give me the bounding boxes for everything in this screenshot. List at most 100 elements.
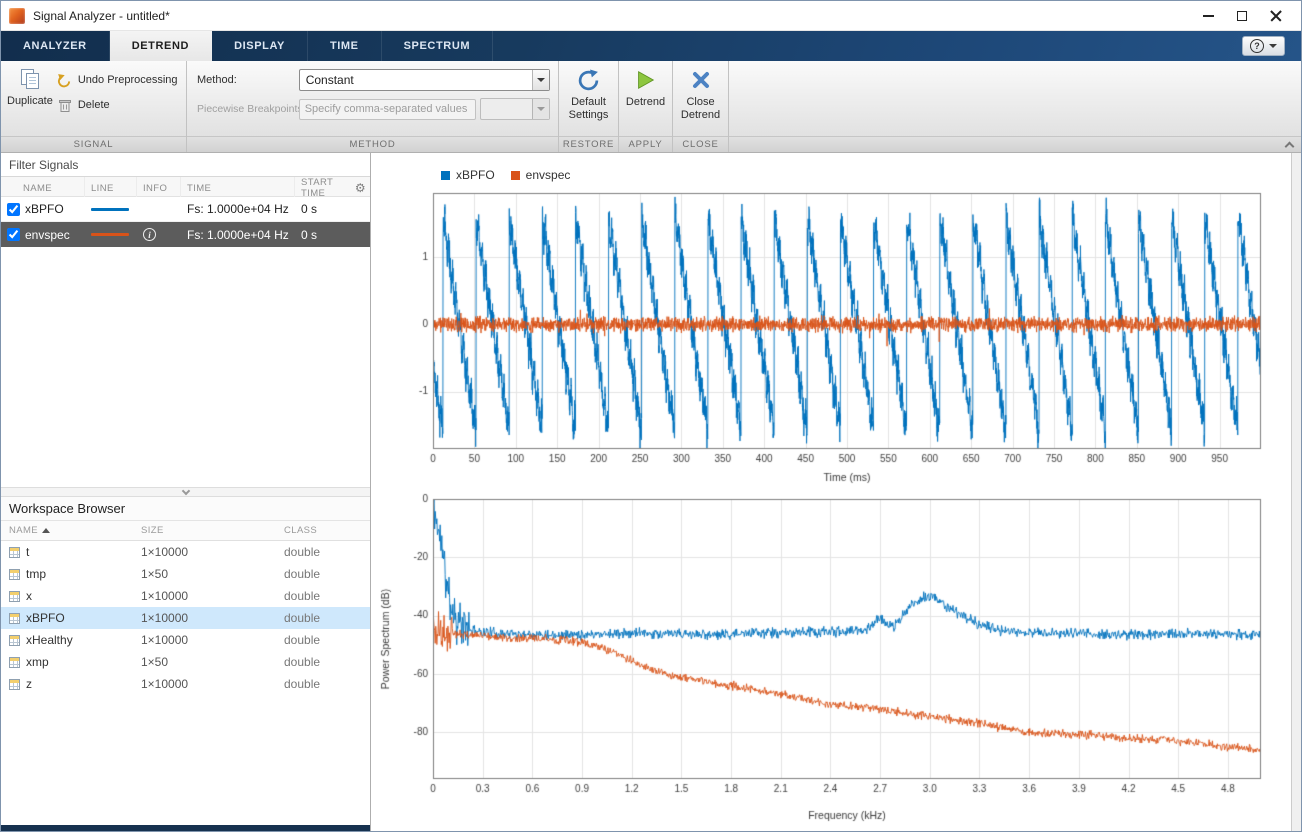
breakpoints-dropdown-button[interactable]	[532, 99, 549, 119]
workspace-row-z[interactable]: z 1×10000 double	[1, 673, 370, 695]
legend-swatch-envspec	[511, 171, 520, 180]
plot-area: xBPFO envspec	[371, 153, 1301, 831]
time-plot[interactable]	[377, 185, 1277, 487]
panel-splitter[interactable]	[1, 487, 370, 497]
method-dropdown[interactable]: Constant	[299, 69, 550, 91]
detrend-label: Detrend	[626, 96, 665, 109]
toolstrip: Duplicate Undo Preprocessing Delete	[1, 61, 1301, 153]
section-signal: Duplicate Undo Preprocessing Delete	[1, 61, 187, 152]
column-header-start-time[interactable]: START TIME	[295, 177, 370, 199]
undo-label: Undo Preprocessing	[78, 74, 178, 86]
column-header-line[interactable]: LINE	[85, 177, 137, 199]
window-controls	[1191, 2, 1293, 30]
matrix-icon	[9, 613, 20, 624]
method-dropdown-button[interactable]	[532, 70, 549, 90]
detrend-button[interactable]: Detrend	[626, 67, 665, 136]
close-detrend-label: Close Detrend	[673, 96, 728, 121]
sort-ascending-icon	[42, 528, 50, 533]
close-icon	[1270, 10, 1282, 22]
toolstrip-tabbar: ANALYZER DETREND DISPLAY TIME SPECTRUM ?	[1, 31, 1301, 61]
chevron-down-icon	[537, 107, 545, 111]
chevron-down-icon	[537, 78, 545, 82]
delete-label: Delete	[78, 99, 110, 111]
delete-button[interactable]: Delete	[57, 97, 178, 113]
signal-start-time: 0 s	[295, 222, 370, 247]
workspace-column-name[interactable]: NAME	[9, 525, 141, 536]
breakpoints-label: Piecewise Breakpoints:	[197, 103, 299, 115]
tab-detrend[interactable]: DETREND	[110, 31, 212, 61]
titlebar: Signal Analyzer - untitled*	[1, 1, 1301, 31]
signal-start-time: 0 s	[295, 197, 370, 221]
plot-legend: xBPFO envspec	[441, 165, 1291, 185]
section-label-apply: APPLY	[619, 136, 672, 152]
method-label: Method:	[197, 74, 299, 86]
tab-time[interactable]: TIME	[308, 31, 382, 61]
workspace-row-tmp[interactable]: tmp 1×50 double	[1, 563, 370, 585]
section-label-restore: RESTORE	[559, 136, 618, 152]
signal-name: xBPFO	[25, 202, 64, 216]
default-settings-label: Default Settings	[559, 96, 618, 121]
tab-spectrum[interactable]: SPECTRUM	[382, 31, 494, 61]
filter-signals-input[interactable]	[1, 153, 370, 177]
signal-row-xbpfo[interactable]: xBPFO Fs: 1.0000e+04 Hz 0 s	[1, 197, 370, 222]
tab-display[interactable]: DISPLAY	[212, 31, 308, 61]
matlab-app-icon	[9, 8, 25, 24]
line-style-swatch	[91, 208, 129, 211]
workspace-row-xmp[interactable]: xmp 1×50 double	[1, 651, 370, 673]
duplicate-icon	[17, 66, 43, 92]
matrix-icon	[9, 591, 20, 602]
undo-icon	[57, 72, 73, 88]
undo-preprocessing-button[interactable]: Undo Preprocessing	[57, 72, 178, 88]
spectrum-plot[interactable]	[377, 491, 1277, 825]
matrix-icon	[9, 547, 20, 558]
workspace-row-x[interactable]: x 1×10000 double	[1, 585, 370, 607]
signal-time: Fs: 1.0000e+04 Hz	[181, 222, 295, 247]
matrix-icon	[9, 635, 20, 646]
breakpoints-input[interactable]	[299, 99, 477, 120]
panel-bottom-strip	[1, 825, 370, 831]
tab-analyzer[interactable]: ANALYZER	[1, 31, 110, 61]
default-settings-button[interactable]: Default Settings	[559, 67, 618, 136]
signal-checkbox[interactable]	[7, 203, 20, 216]
right-gutter	[1291, 153, 1301, 831]
restore-defaults-icon	[576, 67, 602, 93]
section-label-signal: SIGNAL	[1, 136, 186, 152]
matrix-icon	[9, 569, 20, 580]
info-icon[interactable]: i	[143, 228, 156, 241]
help-icon: ?	[1250, 39, 1264, 53]
column-header-info[interactable]: INFO	[137, 177, 181, 199]
close-button[interactable]	[1259, 2, 1293, 30]
signals-empty-space	[1, 247, 370, 487]
matrix-icon	[9, 679, 20, 690]
workspace-row-xbpfo[interactable]: xBPFO 1×10000 double	[1, 607, 370, 629]
signal-analyzer-window: Signal Analyzer - untitled* ANALYZER DET…	[0, 0, 1302, 832]
workspace-column-size[interactable]: SIZE	[141, 525, 284, 536]
minimize-button[interactable]	[1191, 2, 1225, 30]
workspace-empty-space	[1, 695, 370, 825]
method-value: Constant	[300, 73, 532, 87]
workspace-column-class[interactable]: CLASS	[284, 525, 370, 536]
legend-swatch-xbpfo	[441, 171, 450, 180]
section-restore: Default Settings RESTORE	[559, 61, 619, 152]
signal-row-envspec[interactable]: envspec i Fs: 1.0000e+04 Hz 0 s	[1, 222, 370, 247]
column-header-time[interactable]: TIME	[181, 177, 295, 199]
duplicate-button[interactable]: Duplicate	[7, 66, 53, 136]
close-detrend-button[interactable]: Close Detrend	[673, 67, 728, 136]
breakpoints-dropdown[interactable]	[480, 98, 550, 120]
workspace-table-header: NAME SIZE CLASS	[1, 521, 370, 541]
gear-icon[interactable]	[355, 182, 366, 194]
minimize-icon	[1203, 15, 1214, 17]
toolstrip-filler	[729, 61, 1301, 152]
maximize-button[interactable]	[1225, 2, 1259, 30]
workspace-row-xhealthy[interactable]: xHealthy 1×10000 double	[1, 629, 370, 651]
help-button[interactable]: ?	[1242, 36, 1285, 56]
collapse-toolstrip-icon[interactable]	[1285, 141, 1295, 151]
signal-time: Fs: 1.0000e+04 Hz	[181, 197, 295, 221]
legend-label-envspec[interactable]: envspec	[526, 168, 571, 182]
section-close: Close Detrend CLOSE	[673, 61, 729, 152]
legend-label-xbpfo[interactable]: xBPFO	[456, 168, 495, 182]
signal-checkbox[interactable]	[7, 228, 20, 241]
maximize-icon	[1237, 11, 1247, 21]
column-header-name[interactable]: NAME	[1, 177, 85, 199]
workspace-row-t[interactable]: t 1×10000 double	[1, 541, 370, 563]
